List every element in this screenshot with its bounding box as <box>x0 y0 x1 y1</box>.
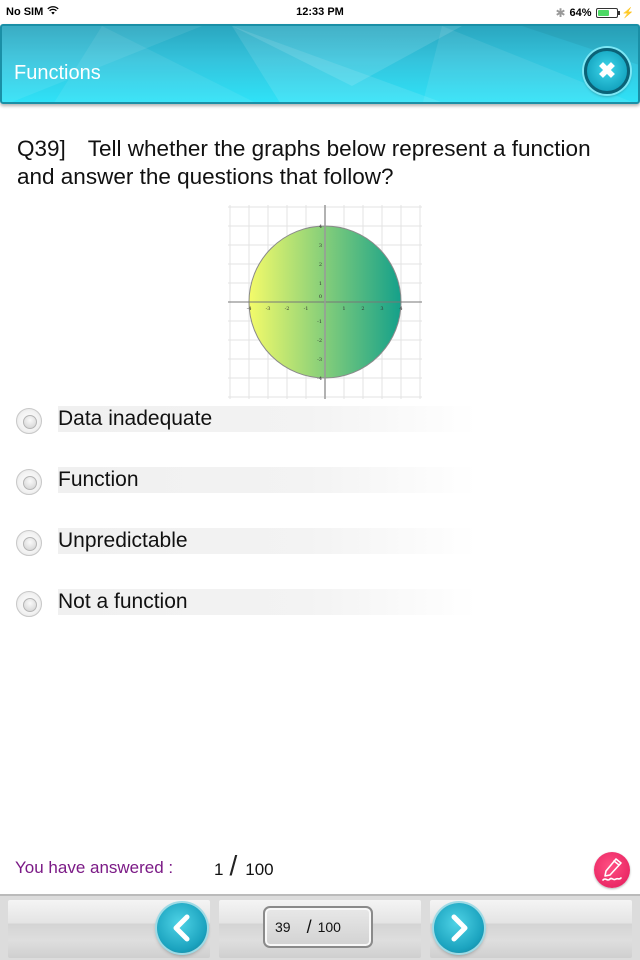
chevron-right-icon <box>451 914 468 942</box>
answered-total: 100 <box>245 860 274 879</box>
battery-percent: 64% <box>569 7 592 19</box>
bluetooth-icon: ✱ <box>555 6 566 20</box>
page-title: Functions <box>14 62 101 84</box>
page-separator: / <box>306 916 312 937</box>
radio-button[interactable] <box>16 591 42 617</box>
x-tick-label: -3 <box>266 306 271 312</box>
previous-question-button[interactable] <box>157 903 207 953</box>
option-function[interactable]: Function <box>16 465 476 499</box>
y-tick-label: -4 <box>317 376 322 382</box>
radio-button[interactable] <box>16 408 42 434</box>
option-label[interactable]: Not a function <box>58 589 476 615</box>
answered-label: You have answered : <box>15 858 174 877</box>
y-tick-label: 1 <box>319 281 322 287</box>
x-tick-label: -2 <box>285 306 290 312</box>
question-text-block: Q39] Tell whether the graphs below repres… <box>17 135 617 191</box>
y-tick-label: -2 <box>317 338 322 344</box>
graph-axes <box>228 205 422 399</box>
y-tick-label: 3 <box>319 243 322 249</box>
current-page: 39 <box>275 919 291 935</box>
x-tick-label: 3 <box>380 306 383 312</box>
y-tick-label: 4 <box>319 224 322 230</box>
y-tick-label: 0 <box>319 294 322 300</box>
x-tick-label: -4 <box>247 306 252 312</box>
status-right: ✱ 64% ⚡ <box>555 6 634 20</box>
x-tick-label: -1 <box>304 306 309 312</box>
pencil-icon <box>602 858 622 881</box>
x-tick-label: 2 <box>361 306 364 312</box>
y-tick-label: -1 <box>317 319 322 325</box>
option-label[interactable]: Function <box>58 467 476 493</box>
option-data-inadequate[interactable]: Data inadequate <box>16 404 476 438</box>
option-unpredictable[interactable]: Unpredictable <box>16 526 476 560</box>
battery-fill <box>597 10 610 16</box>
y-tick-label: -3 <box>317 357 322 363</box>
x-tick-label: 4 <box>399 306 402 312</box>
answered-value: 1 <box>214 860 224 879</box>
question-graph: -4 -3 -2 -1 1 2 3 4 4 3 2 1 0 -1 -2 -3 -4 <box>228 205 422 399</box>
question-text: Tell whether the graphs below represent … <box>17 136 591 189</box>
bottom-navigation-bar: 39 / 100 <box>0 894 640 960</box>
option-not-a-function[interactable]: Not a function <box>16 587 476 621</box>
close-button[interactable]: ✖ <box>584 48 630 94</box>
option-label[interactable]: Unpredictable <box>58 528 476 554</box>
x-tick-label: 1 <box>342 306 345 312</box>
header-bar: Functions ✖ <box>0 24 640 104</box>
charging-icon: ⚡ <box>621 7 634 19</box>
question-number: Q39] <box>17 136 66 161</box>
total-pages: 100 <box>317 919 341 935</box>
radio-button[interactable] <box>16 530 42 556</box>
answered-count: 1 / 100 <box>214 850 274 882</box>
next-question-button[interactable] <box>434 903 484 953</box>
radio-button[interactable] <box>16 469 42 495</box>
notes-button[interactable] <box>594 852 630 888</box>
page-indicator: 39 / 100 <box>263 906 373 948</box>
clock: 12:33 PM <box>296 6 344 18</box>
y-tick-label: 2 <box>319 262 322 268</box>
close-icon: ✖ <box>597 58 617 83</box>
option-label[interactable]: Data inadequate <box>58 406 476 432</box>
answered-separator: / <box>229 850 238 881</box>
status-bar: No SIM 12:33 PM ✱ 64% ⚡ <box>0 0 640 24</box>
chevron-left-icon <box>173 914 190 942</box>
battery-icon <box>595 8 620 18</box>
